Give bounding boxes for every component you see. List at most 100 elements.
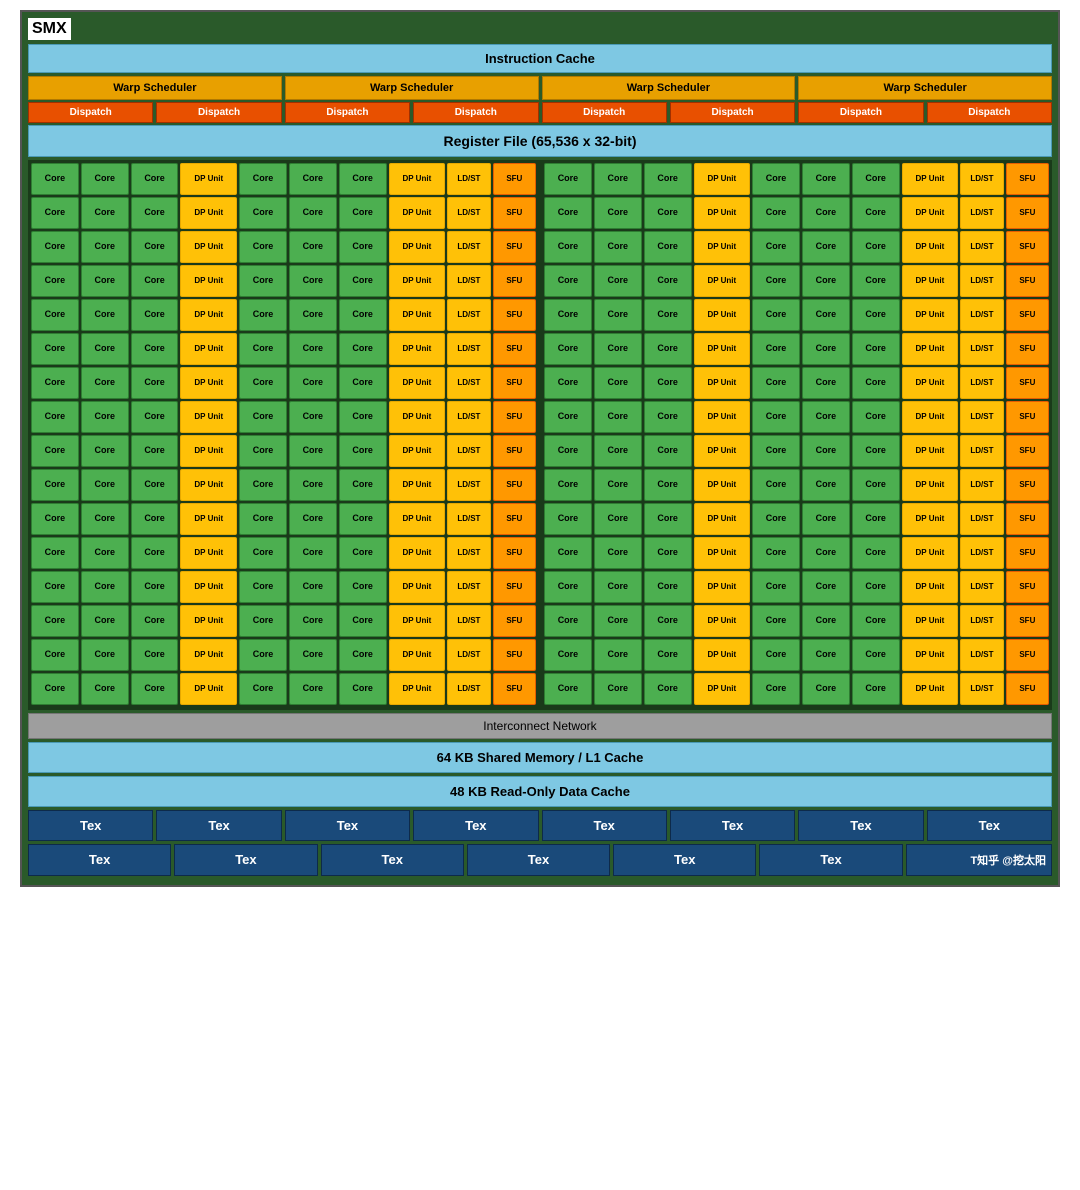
cell-core: Core	[289, 231, 337, 263]
cell-core: Core	[594, 537, 642, 569]
cell-core: Core	[81, 401, 129, 433]
cell-dp: DP Unit	[902, 197, 959, 229]
cell-dp: DP Unit	[389, 605, 446, 637]
cell-core: Core	[339, 639, 387, 671]
cell-core: Core	[31, 265, 79, 297]
cell-dp: DP Unit	[902, 401, 959, 433]
tex-row-1: Tex Tex Tex Tex Tex Tex Tex Tex	[28, 810, 1052, 841]
cell-core: Core	[81, 605, 129, 637]
cell-ldst: LD/ST	[960, 571, 1003, 603]
cell-ldst: LD/ST	[447, 231, 490, 263]
tex-1-7: Tex	[798, 810, 923, 841]
cell-core: Core	[81, 333, 129, 365]
core-row: CoreCoreCoreDP UnitCoreCoreCoreDP UnitLD…	[31, 333, 1049, 365]
cell-core: Core	[81, 163, 129, 195]
cell-core: Core	[31, 231, 79, 263]
cell-core: Core	[802, 639, 850, 671]
cell-ldst: LD/ST	[447, 673, 490, 705]
cell-core: Core	[289, 435, 337, 467]
cell-core: Core	[31, 673, 79, 705]
cell-core: Core	[339, 673, 387, 705]
cell-dp: DP Unit	[902, 367, 959, 399]
core-row: CoreCoreCoreDP UnitCoreCoreCoreDP UnitLD…	[31, 401, 1049, 433]
cell-sfu: SFU	[1006, 197, 1049, 229]
cell-core: Core	[131, 299, 179, 331]
smx-title: SMX	[28, 18, 71, 40]
cell-core: Core	[544, 163, 592, 195]
cell-dp: DP Unit	[180, 571, 237, 603]
cell-core: Core	[339, 401, 387, 433]
cell-core: Core	[852, 503, 900, 535]
cell-core: Core	[239, 401, 287, 433]
tex-2-watermark: T知乎 @挖太阳	[906, 844, 1052, 876]
cell-core: Core	[852, 469, 900, 501]
cell-dp: DP Unit	[902, 265, 959, 297]
core-row: CoreCoreCoreDP UnitCoreCoreCoreDP UnitLD…	[31, 367, 1049, 399]
cell-ldst: LD/ST	[960, 673, 1003, 705]
cell-core: Core	[31, 435, 79, 467]
cell-core: Core	[594, 639, 642, 671]
cell-core: Core	[339, 571, 387, 603]
dispatch-8: Dispatch	[927, 102, 1052, 123]
cell-core: Core	[239, 639, 287, 671]
cell-core: Core	[31, 401, 79, 433]
cell-core: Core	[594, 299, 642, 331]
cell-core: Core	[289, 265, 337, 297]
cell-core: Core	[594, 571, 642, 603]
cell-core: Core	[81, 435, 129, 467]
cell-core: Core	[239, 367, 287, 399]
cell-core: Core	[289, 605, 337, 637]
cell-core: Core	[644, 469, 692, 501]
cell-core: Core	[131, 401, 179, 433]
cell-sfu: SFU	[493, 367, 536, 399]
cell-dp: DP Unit	[902, 469, 959, 501]
tex-1-3: Tex	[285, 810, 410, 841]
cell-ldst: LD/ST	[960, 197, 1003, 229]
cell-core: Core	[852, 537, 900, 569]
cell-dp: DP Unit	[389, 367, 446, 399]
cell-dp: DP Unit	[389, 299, 446, 331]
cell-dp: DP Unit	[902, 333, 959, 365]
cell-dp: DP Unit	[694, 401, 751, 433]
cell-core: Core	[239, 503, 287, 535]
cell-core: Core	[544, 401, 592, 433]
cell-core: Core	[31, 639, 79, 671]
core-row: CoreCoreCoreDP UnitCoreCoreCoreDP UnitLD…	[31, 605, 1049, 637]
cell-core: Core	[802, 401, 850, 433]
cell-core: Core	[131, 673, 179, 705]
cell-dp: DP Unit	[694, 469, 751, 501]
cell-sfu: SFU	[493, 299, 536, 331]
cell-core: Core	[852, 231, 900, 263]
readonly-cache: 48 KB Read-Only Data Cache	[28, 776, 1052, 807]
cell-core: Core	[289, 299, 337, 331]
cell-core: Core	[644, 231, 692, 263]
cell-core: Core	[752, 571, 800, 603]
cell-core: Core	[81, 197, 129, 229]
cell-dp: DP Unit	[180, 231, 237, 263]
cell-core: Core	[644, 401, 692, 433]
cell-dp: DP Unit	[694, 605, 751, 637]
cell-dp: DP Unit	[902, 231, 959, 263]
cell-dp: DP Unit	[902, 163, 959, 195]
cell-core: Core	[81, 367, 129, 399]
core-row: CoreCoreCoreDP UnitCoreCoreCoreDP UnitLD…	[31, 231, 1049, 263]
cell-core: Core	[752, 435, 800, 467]
cell-ldst: LD/ST	[447, 639, 490, 671]
cell-sfu: SFU	[1006, 605, 1049, 637]
cell-core: Core	[644, 673, 692, 705]
cell-core: Core	[544, 503, 592, 535]
cell-dp: DP Unit	[389, 197, 446, 229]
cell-core: Core	[644, 299, 692, 331]
cell-dp: DP Unit	[180, 673, 237, 705]
cell-ldst: LD/ST	[447, 537, 490, 569]
dispatch-2: Dispatch	[156, 102, 281, 123]
cell-core: Core	[239, 673, 287, 705]
cell-core: Core	[544, 571, 592, 603]
tex-2-2: Tex	[174, 844, 317, 876]
cell-ldst: LD/ST	[447, 299, 490, 331]
cell-sfu: SFU	[1006, 673, 1049, 705]
cell-dp: DP Unit	[180, 537, 237, 569]
cell-dp: DP Unit	[694, 673, 751, 705]
cell-core: Core	[289, 503, 337, 535]
cell-core: Core	[802, 163, 850, 195]
